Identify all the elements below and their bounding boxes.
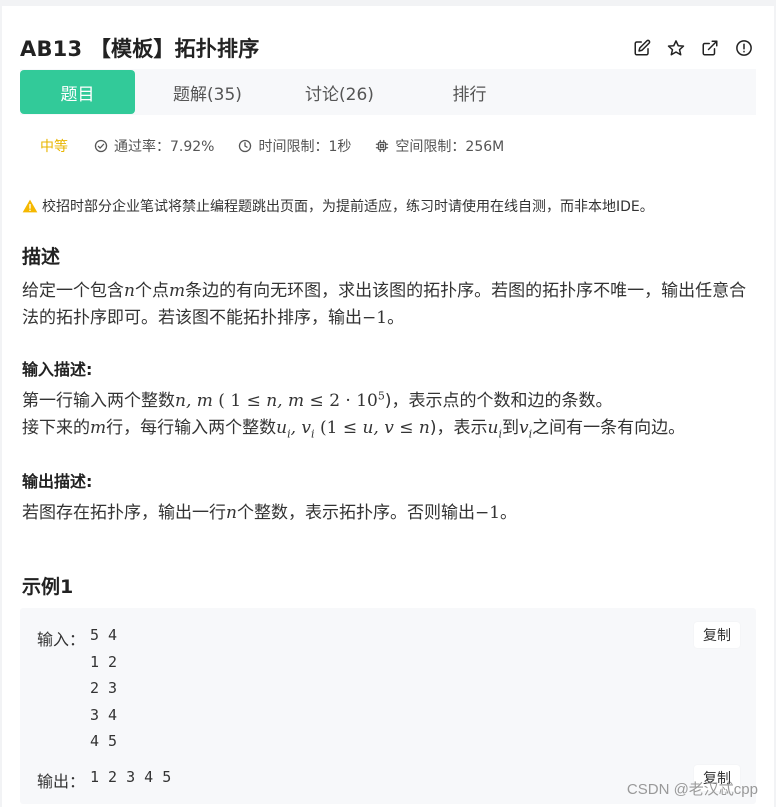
info-icon[interactable] [734, 38, 754, 58]
math-leq-3: ≤ [399, 418, 414, 438]
check-circle-icon [94, 139, 108, 153]
math-v: , v [290, 418, 312, 438]
example-box: 输入： 5 4 1 2 2 3 3 4 4 5 复制 输出： 1 2 3 4 5… [20, 608, 756, 804]
tab-problem[interactable]: 题目 [20, 70, 135, 114]
page-title: AB13 【模板】拓扑排序 [20, 37, 260, 61]
desc-text-d: 。 [387, 308, 405, 328]
notice-text: 校招时部分企业笔试将禁止编程题跳出页面，为提前适应，练习时请使用在线自测，而非本… [42, 199, 654, 215]
math-n-3: n [226, 503, 237, 523]
math-u-v: u, v [362, 418, 394, 438]
exam-notice: 校招时部分企业笔试将禁止编程题跳出页面，为提前适应，练习时请使用在线自测，而非本… [22, 196, 654, 216]
star-icon[interactable] [666, 38, 686, 58]
input-description-heading: 输入描述: [22, 360, 93, 379]
example-input-line: 2 3 [90, 679, 118, 697]
desc-text-b: 个点 [134, 281, 169, 301]
input-text-g: 之间有一条有向边。 [532, 418, 686, 438]
example-input-line: 5 4 [90, 626, 118, 644]
math-m-2: m [90, 418, 107, 438]
input-text-f: 到 [502, 418, 519, 438]
output-description-heading: 输出描述: [22, 472, 93, 491]
example-output-label: 输出： [37, 772, 86, 791]
input-text-c: 接下来的 [22, 418, 90, 438]
difficulty-badge: 中等 [40, 139, 68, 155]
clock-icon [239, 139, 252, 153]
math-n-m: n, m [175, 391, 213, 411]
watermark: CSDN @老汉忒cpp [626, 781, 758, 798]
example-input-line: 1 2 [90, 652, 118, 671]
input-text-a: 第一行输入两个整数 [22, 391, 175, 411]
input-description-line-2: 接下来的m行，每行输入两个整数ui, vi (1 ≤ u, v ≤ n)，表示u… [22, 415, 756, 442]
problem-card: AB13 【模板】拓扑排序 题目 题解(35) 讨论(26) 排行 中等 通过率… [2, 6, 774, 807]
example-heading: 示例1 [22, 576, 74, 598]
output-text-a: 若图存在拓扑序，输出一行 [22, 503, 226, 523]
desc-text-a: 给定一个包含 [22, 281, 124, 301]
math-u-2: u [487, 418, 499, 438]
math-two-times-ten: 2 · 10 [329, 391, 378, 411]
title-actions [632, 38, 754, 58]
example-input-lines: 5 4 1 2 2 3 3 4 4 5 [90, 622, 117, 755]
math-one: 1 [230, 391, 242, 411]
math-m: m [168, 281, 186, 301]
pass-rate-text: 通过率：7.92% [114, 139, 215, 155]
math-leq: ≤ [246, 391, 261, 411]
math-minus-one: −1 [362, 308, 388, 328]
tab-ranking[interactable]: 排行 [412, 70, 527, 114]
example-input-line: 4 5 [90, 732, 118, 750]
output-text-b: 个整数，表示拓扑序。否则输出 [236, 503, 475, 523]
output-text-c: 。 [500, 503, 518, 523]
memory-limit-text: 空间限制：256M [395, 139, 505, 155]
example-output-value: 1 2 3 4 5 [90, 768, 172, 786]
math-paren-open: ( [218, 391, 225, 411]
warning-icon [22, 199, 38, 213]
math-range-open: (1 ≤ [319, 418, 358, 438]
math-sub-i-2: i [311, 427, 315, 441]
time-limit-text: 时间限制：1秒 [258, 139, 352, 155]
math-n-2: n [418, 418, 430, 438]
memory-limit: 空间限制：256M [375, 136, 504, 156]
example-input-label: 输入： [37, 630, 86, 649]
tab-bar: 题目 题解(35) 讨论(26) 排行 [20, 69, 756, 115]
edit-icon[interactable] [632, 38, 652, 58]
input-text-e: )，表示 [429, 418, 488, 438]
time-limit: 时间限制：1秒 [238, 136, 351, 156]
input-text-b: )，表示点的个数和边的条数。 [384, 391, 613, 411]
input-description-line-1: 第一行输入两个整数n, m ( 1 ≤ n, m ≤ 2 · 105)，表示点的… [22, 388, 756, 415]
external-link-icon[interactable] [700, 38, 720, 58]
pass-rate: 通过率：7.92% [94, 136, 214, 156]
math-minus-one-2: −1 [474, 503, 501, 523]
description-heading: 描述 [22, 246, 61, 268]
copy-input-button[interactable]: 复制 [694, 622, 740, 648]
math-exponent: 5 [377, 389, 385, 403]
description-text: 给定一个包含n个点m条边的有向无环图，求出该图的拓扑序。若图的拓扑序不唯一，输出… [22, 278, 756, 332]
chip-icon [376, 139, 389, 153]
tab-discussion[interactable]: 讨论(26) [282, 70, 397, 114]
math-n-m-range: n, m [266, 391, 305, 411]
math-n: n [124, 281, 135, 301]
problem-meta: 中等 通过率：7.92% 时间限制：1秒 空间限制：256M [40, 134, 528, 158]
input-text-d: 行，每行输入两个整数 [106, 418, 277, 438]
math-v-2: v [519, 418, 529, 438]
tab-solutions[interactable]: 题解(35) [150, 70, 265, 114]
title-row: AB13 【模板】拓扑排序 [20, 28, 756, 68]
output-description-text: 若图存在拓扑序，输出一行n个整数，表示拓扑序。否则输出−1。 [22, 500, 756, 527]
example-input-line: 3 4 [90, 705, 118, 724]
math-leq-2: ≤ [309, 391, 324, 411]
math-u: u [276, 418, 288, 438]
